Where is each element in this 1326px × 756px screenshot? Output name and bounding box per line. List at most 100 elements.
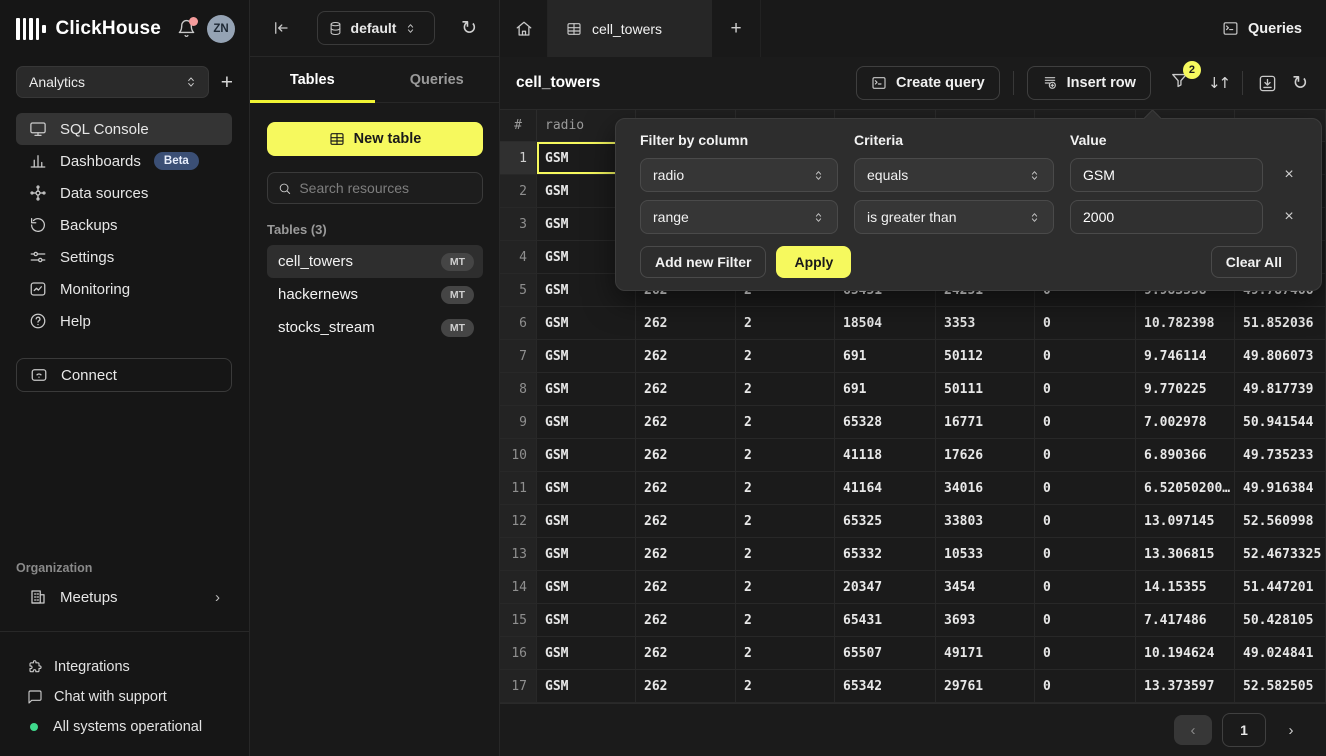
create-query-button[interactable]: Create query: [856, 66, 1000, 100]
data-cell[interactable]: 29761: [936, 670, 1035, 703]
filter-value-input-1[interactable]: [1070, 158, 1263, 192]
data-cell[interactable]: 0: [1035, 307, 1136, 340]
data-cell[interactable]: 18504: [835, 307, 936, 340]
remove-filter-button-2[interactable]: ×: [1279, 208, 1299, 226]
data-cell[interactable]: 50.428105: [1235, 604, 1326, 637]
filter-column-select-2[interactable]: range: [640, 200, 838, 234]
data-cell[interactable]: 65507: [835, 637, 936, 670]
data-cell[interactable]: 2: [736, 604, 835, 637]
data-cell[interactable]: 10.782398: [1136, 307, 1235, 340]
new-tab-button[interactable]: +: [712, 0, 760, 57]
data-cell[interactable]: 262: [636, 538, 736, 571]
data-cell[interactable]: 262: [636, 307, 736, 340]
data-cell[interactable]: 51.852036: [1235, 307, 1326, 340]
sidebar-item-dashboards[interactable]: Dashboards Beta: [16, 145, 232, 177]
radio-cell[interactable]: GSM: [537, 571, 636, 604]
data-cell[interactable]: 7.002978: [1136, 406, 1235, 439]
data-cell[interactable]: 0: [1035, 637, 1136, 670]
data-cell[interactable]: 0: [1035, 373, 1136, 406]
data-cell[interactable]: 33803: [936, 505, 1035, 538]
data-cell[interactable]: 17626: [936, 439, 1035, 472]
tab-cell-towers[interactable]: cell_towers: [548, 0, 712, 57]
filter-criteria-select-2[interactable]: is greater than: [854, 200, 1054, 234]
refresh-data-button[interactable]: ↻: [1292, 72, 1308, 94]
data-cell[interactable]: 34016: [936, 472, 1035, 505]
data-cell[interactable]: 0: [1035, 472, 1136, 505]
data-cell[interactable]: 3693: [936, 604, 1035, 637]
data-cell[interactable]: 0: [1035, 439, 1136, 472]
data-cell[interactable]: 13.097145: [1136, 505, 1235, 538]
data-cell[interactable]: 2: [736, 505, 835, 538]
data-cell[interactable]: 41118: [835, 439, 936, 472]
data-cell[interactable]: 51.447201: [1235, 571, 1326, 604]
new-table-button[interactable]: New table: [267, 122, 483, 156]
data-cell[interactable]: 0: [1035, 571, 1136, 604]
data-cell[interactable]: 9.770225: [1136, 373, 1235, 406]
data-cell[interactable]: 2: [736, 406, 835, 439]
data-cell[interactable]: 2: [736, 373, 835, 406]
filter-criteria-select-1[interactable]: equals: [854, 158, 1054, 192]
data-cell[interactable]: 2: [736, 472, 835, 505]
data-cell[interactable]: 52.560998: [1235, 505, 1326, 538]
radio-cell[interactable]: GSM: [537, 538, 636, 571]
data-cell[interactable]: 0: [1035, 670, 1136, 703]
data-cell[interactable]: 262: [636, 571, 736, 604]
data-cell[interactable]: 41164: [835, 472, 936, 505]
sidebar-item-settings[interactable]: Settings: [16, 241, 232, 273]
data-cell[interactable]: 691: [835, 340, 936, 373]
data-cell[interactable]: 0: [1035, 604, 1136, 637]
data-cell[interactable]: 262: [636, 439, 736, 472]
tab-queries[interactable]: Queries: [375, 57, 500, 102]
radio-cell[interactable]: GSM: [537, 604, 636, 637]
data-cell[interactable]: 0: [1035, 340, 1136, 373]
insert-row-button[interactable]: Insert row: [1027, 66, 1151, 100]
data-cell[interactable]: 9.746114: [1136, 340, 1235, 373]
data-cell[interactable]: 49.916384: [1235, 472, 1326, 505]
sort-button[interactable]: ↓↑: [1208, 74, 1229, 92]
home-tab[interactable]: [500, 0, 548, 57]
filter-button[interactable]: 2: [1164, 67, 1195, 99]
next-page-button[interactable]: ›: [1276, 715, 1306, 745]
data-cell[interactable]: 50.941544: [1235, 406, 1326, 439]
data-cell[interactable]: 262: [636, 472, 736, 505]
data-cell[interactable]: 3353: [936, 307, 1035, 340]
avatar[interactable]: ZN: [207, 15, 235, 43]
radio-cell[interactable]: GSM: [537, 637, 636, 670]
data-cell[interactable]: 6.52050200…: [1136, 472, 1235, 505]
data-cell[interactable]: 16771: [936, 406, 1035, 439]
data-cell[interactable]: 49.806073: [1235, 340, 1326, 373]
collapse-panel-button[interactable]: [270, 17, 292, 39]
sidebar-item-sql-console[interactable]: SQL Console: [16, 113, 232, 145]
download-button[interactable]: [1256, 72, 1279, 95]
radio-cell[interactable]: GSM: [537, 340, 636, 373]
search-resources-input[interactable]: [299, 180, 472, 196]
data-cell[interactable]: 2: [736, 637, 835, 670]
workspace-select[interactable]: Analytics: [16, 66, 209, 98]
data-cell[interactable]: 13.373597: [1136, 670, 1235, 703]
data-cell[interactable]: 262: [636, 637, 736, 670]
sidebar-item-help[interactable]: Help: [16, 305, 232, 337]
clear-all-filters-button[interactable]: Clear All: [1211, 246, 1297, 278]
data-cell[interactable]: 262: [636, 505, 736, 538]
radio-cell[interactable]: GSM: [537, 307, 636, 340]
sidebar-item-backups[interactable]: Backups: [16, 209, 232, 241]
radio-cell[interactable]: GSM: [537, 373, 636, 406]
data-cell[interactable]: 65328: [835, 406, 936, 439]
remove-filter-button-1[interactable]: ×: [1279, 166, 1299, 184]
radio-cell[interactable]: GSM: [537, 439, 636, 472]
data-cell[interactable]: 52.4673325: [1235, 538, 1326, 571]
queries-button[interactable]: Queries: [1198, 0, 1326, 57]
data-cell[interactable]: 13.306815: [1136, 538, 1235, 571]
data-cell[interactable]: 2: [736, 571, 835, 604]
notifications-bell-icon[interactable]: [177, 19, 197, 39]
data-cell[interactable]: 7.417486: [1136, 604, 1235, 637]
data-cell[interactable]: 2: [736, 670, 835, 703]
data-cell[interactable]: 2: [736, 538, 835, 571]
filter-column-select-1[interactable]: radio: [640, 158, 838, 192]
data-cell[interactable]: 0: [1035, 505, 1136, 538]
data-cell[interactable]: 49171: [936, 637, 1035, 670]
data-cell[interactable]: 65342: [835, 670, 936, 703]
data-cell[interactable]: 49.735233: [1235, 439, 1326, 472]
add-new-filter-button[interactable]: Add new Filter: [640, 246, 766, 278]
radio-cell[interactable]: GSM: [537, 472, 636, 505]
